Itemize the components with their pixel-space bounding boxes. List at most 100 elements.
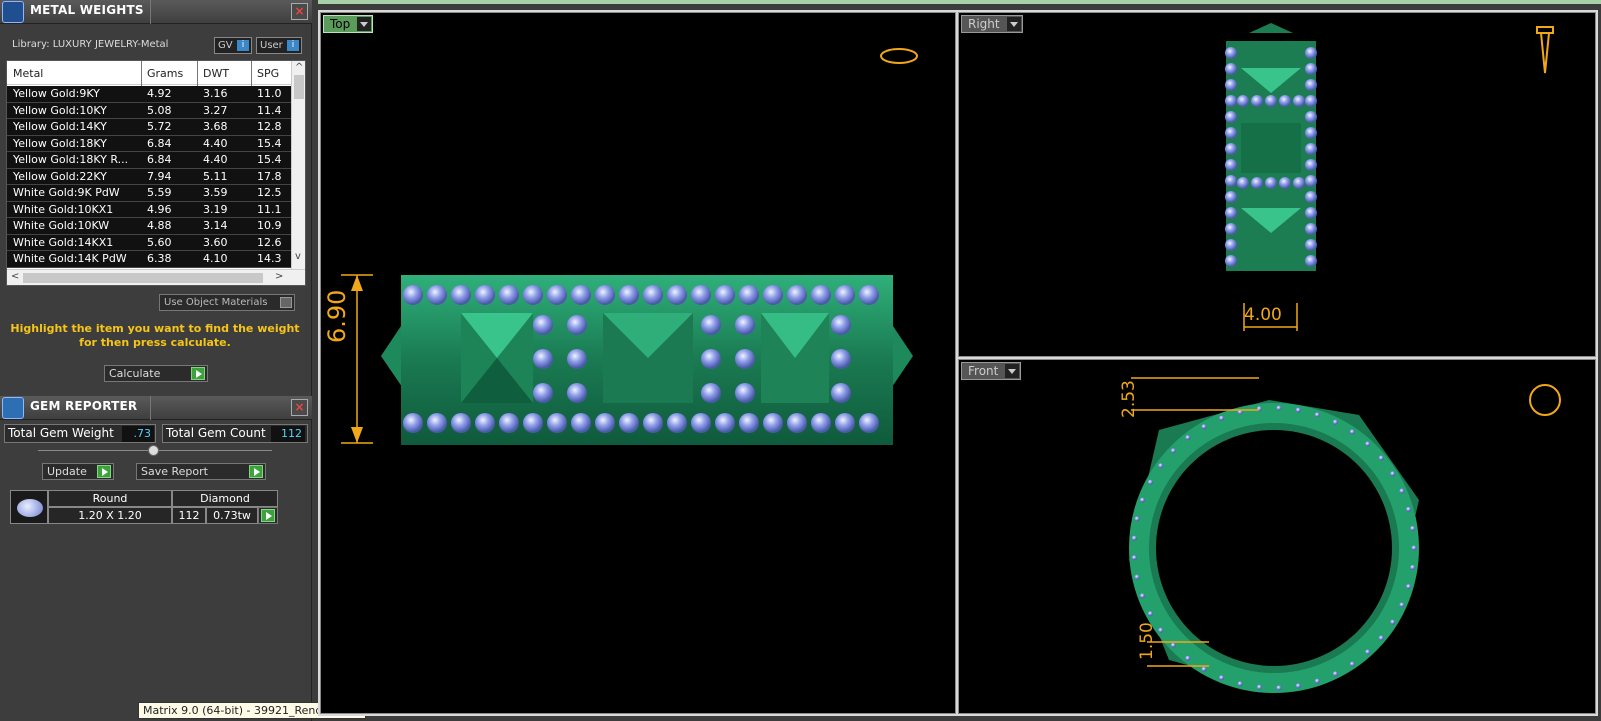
table-cell: 11.0: [257, 87, 282, 100]
gem-stone: [1293, 95, 1305, 107]
table-cell: Yellow Gold:14KY: [13, 120, 107, 133]
table-row[interactable]: Yellow Gold:14KY 5.72 3.68 12.8: [7, 119, 293, 136]
vertical-scrollbar[interactable]: ^ v: [291, 61, 305, 269]
column-header-metal[interactable]: Metal: [13, 67, 141, 80]
scroll-down-icon[interactable]: v: [295, 251, 301, 262]
gem-stone: [1131, 535, 1137, 541]
viewport-label-front[interactable]: Front: [961, 362, 1022, 380]
gem-stone: [1225, 47, 1237, 59]
update-button[interactable]: Update: [42, 463, 114, 480]
front-dimension-a-value: 2.53: [1119, 380, 1139, 418]
gem-stone: [1225, 63, 1237, 75]
gem-stone: [1219, 675, 1225, 681]
column-header-spg[interactable]: SPG: [257, 67, 293, 80]
gem-stone: [1265, 177, 1277, 189]
update-label: Update: [47, 465, 87, 478]
table-row[interactable]: Yellow Gold:9KY 4.92 3.16 11.0: [7, 86, 293, 103]
table-row[interactable]: White Gold:10KX1 4.96 3.19 11.1: [7, 201, 293, 218]
table-cell: White Gold:9K PdW: [13, 186, 120, 199]
right-orientation-icon: [1536, 26, 1554, 74]
table-cell: 4.96: [147, 202, 172, 216]
column-header-grams[interactable]: Grams: [147, 67, 197, 80]
column-header-dwt[interactable]: DWT: [203, 67, 251, 80]
gem-reporter-header: GEM REPORTER ×: [0, 396, 312, 420]
gem-stone: [1276, 405, 1282, 411]
calculate-button[interactable]: Calculate: [104, 365, 208, 382]
gem-stone: [1185, 435, 1191, 441]
scroll-up-icon[interactable]: ^: [295, 62, 303, 73]
gem-reporter-icon: [2, 397, 24, 419]
gem-reporter-close-icon[interactable]: ×: [291, 399, 308, 416]
top-dimension-label: 6.90: [323, 273, 351, 343]
gem-stone: [1147, 479, 1153, 485]
table-cell: 4.10: [203, 252, 228, 265]
gv-toggle[interactable]: GV i: [214, 37, 252, 54]
table-cell: 12.5: [257, 186, 282, 199]
gem-stone: [1305, 223, 1317, 235]
table-cell: White Gold:10KW: [13, 219, 110, 232]
gem-details-button[interactable]: [258, 507, 278, 524]
dropdown-icon[interactable]: [1005, 364, 1020, 378]
viewport-right[interactable]: Right 4.00: [958, 12, 1596, 357]
total-gem-weight-value: .73: [122, 426, 154, 442]
metal-weights-close-icon[interactable]: ×: [291, 3, 308, 20]
gem-stone: [1399, 602, 1405, 608]
user-toggle[interactable]: User i: [256, 37, 302, 54]
table-cell: 3.19: [203, 202, 228, 216]
metal-table: Metal Grams DWT SPG Yellow Gold:9KY 4.92 3…: [6, 60, 306, 286]
use-object-materials-toggle[interactable]: Use Object Materials: [159, 294, 295, 311]
gem-stone: [1225, 159, 1237, 171]
gem-list-row[interactable]: Round Diamond 1.20 X 1.20 112 0.73tw: [10, 490, 278, 524]
scroll-thumb[interactable]: [294, 75, 304, 99]
gem-stone: [1170, 448, 1176, 454]
table-row[interactable]: White Gold:9K PdW 5.59 3.59 12.5: [7, 185, 293, 202]
gem-stone: [1256, 684, 1262, 690]
dropdown-icon[interactable]: [1006, 17, 1021, 31]
horizontal-scrollbar[interactable]: < >: [7, 269, 305, 285]
gem-stone: [1170, 642, 1176, 648]
play-icon: [191, 367, 205, 380]
scroll-left-icon[interactable]: <: [11, 271, 19, 282]
table-cell: 11.4: [257, 103, 282, 117]
table-row[interactable]: Yellow Gold:22KY 7.94 5.11 17.8: [7, 168, 293, 185]
calculate-label: Calculate: [109, 367, 161, 380]
table-cell: 5.60: [147, 235, 172, 249]
table-row[interactable]: Yellow Gold:18KY R... 6.84 4.40 15.4: [7, 152, 293, 169]
gem-stone: [1158, 627, 1164, 633]
front-orientation-icon: [1529, 384, 1561, 416]
front-dimension-a-label: 2.53: [1119, 380, 1139, 418]
table-cell: 3.68: [203, 120, 228, 133]
save-report-label: Save Report: [141, 465, 208, 478]
gem-stone: [1305, 95, 1317, 107]
header-divider: [150, 0, 151, 24]
table-cell: 4.40: [203, 153, 228, 166]
table-cell: 12.6: [257, 235, 282, 249]
slider-knob[interactable]: [148, 445, 159, 456]
table-cell: 15.4: [257, 136, 282, 150]
viewport-top[interactable]: Top 6.90: [320, 12, 956, 714]
scroll-right-icon[interactable]: >: [275, 271, 283, 282]
viewport-label-right[interactable]: Right: [961, 15, 1023, 33]
gem-reporter-title: GEM REPORTER: [30, 399, 138, 413]
table-cell: 3.14: [203, 219, 228, 232]
viewport-front[interactable]: Front 2.53 1.50: [958, 359, 1596, 714]
table-row[interactable]: Yellow Gold:18KY 6.84 4.40 15.4: [7, 135, 293, 152]
save-report-button[interactable]: Save Report: [136, 463, 266, 480]
table-row[interactable]: White Gold:10KW 4.88 3.14 10.9: [7, 218, 293, 235]
gem-stone: [1237, 681, 1243, 687]
table-row[interactable]: White Gold:14KX1 5.60 3.60 12.6: [7, 234, 293, 251]
table-cell: Yellow Gold:10KY: [13, 103, 107, 117]
gem-slider[interactable]: [38, 445, 272, 456]
table-cell: 17.8: [257, 169, 282, 183]
table-cell: 11.1: [257, 202, 282, 216]
table-cell: 5.59: [147, 186, 172, 199]
gem-stone: [1276, 685, 1282, 691]
gem-stone: [1225, 143, 1237, 155]
table-cell: White Gold:14K PdW: [13, 252, 127, 265]
play-icon: [97, 465, 111, 478]
table-row[interactable]: White Gold:14K PdW 6.38 4.10 14.3: [7, 251, 293, 268]
checkbox-icon: [280, 297, 292, 308]
table-row[interactable]: Yellow Gold:10KY 5.08 3.27 11.4: [7, 102, 293, 119]
scroll-thumb[interactable]: [23, 273, 263, 283]
gem-stone: [1134, 516, 1140, 522]
